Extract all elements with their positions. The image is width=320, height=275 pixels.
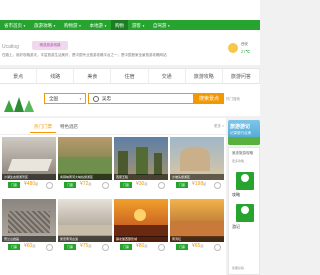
search-icon [93,95,99,102]
divider [0,134,226,135]
panel-title: 吴忠旅游攻略 [232,151,253,155]
tab-hotels[interactable]: 特色酒店 [56,122,82,132]
ticket-badge: 门票 [8,244,20,250]
ticket-badge: 门票 [8,182,20,188]
favorite-icon[interactable] [102,182,109,189]
weather-city: 西安 [241,42,248,46]
favorite-icon[interactable] [46,244,53,251]
guide-button[interactable] [236,172,254,190]
site-tagline: 在路上，用好攻略游天，丰富旅游生活美好，是中国专业旅游攻略平台之一，是中国首家全… [2,53,167,57]
guide-icon [241,174,249,182]
favorite-icon[interactable] [214,182,221,189]
ticket-card[interactable]: 贺兰山岩画 门票 ¥60起 [2,199,56,257]
scenic-photo: 沙坡头旅游区 [170,137,224,180]
weather-temp: 27℃ [241,49,250,54]
weather-widget: 西安 27℃ [228,41,258,63]
search-button[interactable]: 搜索景点 [194,93,224,104]
ticket-badge: 门票 [176,182,188,188]
ticket-price: ¥30起 [136,181,148,187]
ticket-price: ¥60起 [24,243,36,249]
submit-link[interactable]: 我要投稿 [232,266,244,270]
ticket-card[interactable]: 吴忠黄河古渡 门票 ¥75起 [58,199,112,257]
scenic-photo: 青铜峡黄河大峡谷旅游区 [58,137,112,180]
more-link[interactable]: 更多 > [214,124,224,129]
scenic-photo: 贺兰山岩画 [2,199,56,242]
guide-panel: 吴忠旅游攻略 更多攻略 攻略 游记 我要投稿 [228,147,260,275]
scenic-photo: 吴忠黄河古渡 [58,199,112,242]
favorite-icon[interactable] [158,244,165,251]
hot-search-link[interactable]: 热门搜索 [226,97,240,102]
category-transport[interactable]: 交通 [149,69,186,83]
travelogue-icon [241,206,249,214]
ticket-card[interactable]: 青铜峡黄河大峡谷旅游区 门票 ¥72起 [58,137,112,195]
scenic-photo: 黄河坛 [170,199,224,242]
ticket-card[interactable]: 黄河坛 门票 ¥65起 [170,199,224,257]
panel-more-link[interactable]: 更多攻略 [232,159,244,163]
ticket-badge: 门票 [120,182,132,188]
category-routes[interactable]: 线路 [37,69,75,83]
chevron-down-icon: ▼ [167,23,171,28]
site-header: Ucatlog 精选旅游线路 在路上，用好攻略游天，丰富旅游生活美好，是中国专业… [0,30,260,65]
favorite-icon[interactable] [214,244,221,251]
favorite-icon[interactable] [158,182,165,189]
category-scenic[interactable]: 景点 [0,69,38,83]
ticket-price: ¥65起 [192,243,204,249]
chevron-down-icon: ▼ [52,23,56,28]
ticket-card[interactable]: 镇北堡西部影城 门票 ¥80起 [114,199,168,257]
chevron-down-icon: ▼ [141,23,145,28]
scenic-photo: 西夏王陵 [114,137,168,180]
category-qa[interactable]: 旅游问答 [223,69,260,83]
chevron-down-icon: ▼ [103,23,107,28]
sun-icon [228,43,238,53]
ticket-badge: 门票 [176,244,188,250]
tab-hot-tickets[interactable]: 热门门票 [30,122,56,133]
scenic-photo: 沙湖生态旅游景区 [2,137,56,180]
travelogue-button[interactable] [236,204,254,222]
ticket-price: ¥198起 [192,181,207,187]
chevron-down-icon: ▼ [78,23,82,28]
tickets-tabs: 热门门票 特色酒店 [30,122,82,133]
scenic-photo: 镇北堡西部影城 [114,199,168,242]
category-food[interactable]: 美食 [74,69,112,83]
ticket-badge: 门票 [64,244,76,250]
ticket-badge: 门票 [64,182,76,188]
ticket-card[interactable]: 西夏王陵 门票 ¥30起 [114,137,168,195]
ticket-price: ¥480起 [24,181,39,187]
city-select[interactable]: 全国 ▼ [44,93,86,104]
chevron-down-icon: ▼ [23,23,26,28]
category-hotels[interactable]: 住宿 [111,69,149,83]
right-sidebar: 旅游游记 记录旅行点滴 吴忠旅游攻略 更多攻略 攻略 游记 我要投稿 [228,118,260,275]
sidebar-ad[interactable]: 旅游游记 记录旅行点滴 [228,120,260,145]
ticket-badge: 门票 [120,244,132,250]
site-logo[interactable]: Ucatlog [2,44,19,50]
ticket-card[interactable]: 沙湖生态旅游景区 门票 ¥480起 [2,137,56,195]
search-input[interactable]: 吴忠 [88,93,194,104]
ticket-price: ¥75起 [80,243,92,249]
tickets-section: 热门门票 特色酒店 更多 > 沙湖生态旅游景区 门票 ¥480起 青铜峡黄河大峡… [0,118,226,275]
trees-illustration [2,90,36,112]
promo-badge[interactable]: 精选旅游线路 [32,41,68,50]
ticket-price: ¥72起 [80,181,92,187]
favorite-icon[interactable] [46,182,53,189]
chevron-down-icon: ▼ [79,96,82,101]
category-bar: 景点 线路 美食 住宿 交通 旅游攻略 旅游问答 [0,68,260,84]
ticket-card[interactable]: 沙坡头旅游区 门票 ¥198起 [170,137,224,195]
category-guides[interactable]: 旅游攻略 [186,69,223,83]
ticket-price: ¥80起 [136,243,148,249]
favorite-icon[interactable] [102,244,109,251]
